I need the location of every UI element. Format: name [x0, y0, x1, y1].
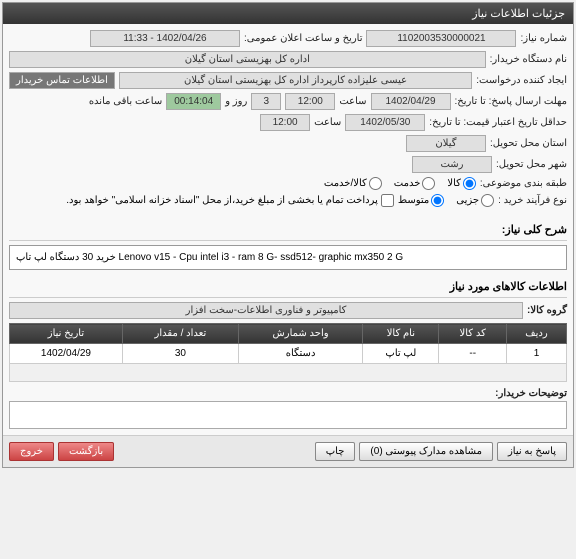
row-process: نوع فرآیند خرید : جزیی متوسط پرداخت تمام… [9, 194, 567, 207]
radio-low-label: جزیی [456, 195, 479, 206]
radio-goods[interactable]: کالا [447, 177, 476, 190]
group-value: کامپیوتر و فناوری اطلاعات-سخت افزار [9, 302, 523, 319]
panel-title: جزئیات اطلاعات نیاز [3, 3, 573, 24]
th-row: ردیف [506, 324, 566, 344]
payment-note: پرداخت تمام یا بخشی از مبلغ خرید،از محل … [66, 195, 378, 206]
main-panel: جزئیات اطلاعات نیاز شماره نیاز: 11020035… [2, 2, 574, 468]
remain-label: ساعت باقی مانده [89, 96, 162, 107]
creator-label: ایجاد کننده درخواست: [476, 75, 567, 86]
row-buyer: نام دستگاه خریدار: اداره کل بهزیستی استا… [9, 51, 567, 68]
radio-low-input[interactable] [481, 194, 494, 207]
radio-low[interactable]: جزیی [456, 194, 494, 207]
print-button[interactable]: چاپ [315, 442, 356, 461]
radio-both-label: کالا/خدمت [324, 178, 367, 189]
city-value: رشت [412, 156, 492, 173]
radio-goods-input[interactable] [463, 177, 476, 190]
buyer-value: اداره کل بهزیستی استان گیلان [9, 51, 486, 68]
table-empty-row [10, 364, 567, 382]
radio-service[interactable]: خدمت [394, 177, 436, 190]
cell-row: 1 [506, 344, 566, 364]
comments-label: توضیحات خریدار: [9, 388, 567, 399]
row-province: استان محل تحویل: گیلان [9, 135, 567, 152]
attachments-button[interactable]: مشاهده مدارک پیوستی (0) [359, 442, 493, 461]
cell-name: لپ تاپ [363, 344, 439, 364]
radio-med[interactable]: متوسط [398, 194, 444, 207]
items-table: ردیف کد کالا نام کالا واحد شمارش تعداد /… [9, 323, 567, 382]
panel-body: شماره نیاز: 1102003530000021 تاریخ و ساع… [3, 24, 573, 435]
summary-label: شرح کلی نیاز: [9, 219, 567, 241]
process-label: نوع فرآیند خرید : [498, 195, 567, 206]
category-label: طبقه بندی موضوعی: [480, 178, 567, 189]
th-date: تاریخ نیاز [10, 324, 123, 344]
payment-checkbox[interactable] [381, 194, 394, 207]
deadline-label: مهلت ارسال پاسخ: تا تاریخ: [455, 96, 567, 107]
th-name: نام کالا [363, 324, 439, 344]
radio-med-label: متوسط [398, 195, 429, 206]
days-label: روز و [225, 96, 247, 107]
radio-service-input[interactable] [422, 177, 435, 190]
exit-button[interactable]: خروج [9, 442, 54, 461]
validity-label: حداقل تاریخ اعتبار قیمت: تا تاریخ: [429, 117, 567, 128]
contact-button[interactable]: اطلاعات تماس خریدار [9, 72, 115, 89]
cell-unit: دستگاه [238, 344, 362, 364]
radio-both-input[interactable] [369, 177, 382, 190]
payment-check[interactable]: پرداخت تمام یا بخشی از مبلغ خرید،از محل … [66, 194, 394, 207]
radio-goods-label: کالا [447, 178, 461, 189]
table-row[interactable]: 1 -- لپ تاپ دستگاه 30 1402/04/29 [10, 344, 567, 364]
process-radios: جزیی متوسط [398, 194, 494, 207]
back-button[interactable]: بازگشت [58, 442, 114, 461]
th-qty: تعداد / مقدار [122, 324, 238, 344]
deadline-time: 12:00 [285, 93, 335, 110]
time-label-1: ساعت [339, 96, 366, 107]
need-no-label: شماره نیاز: [520, 33, 567, 44]
radio-service-label: خدمت [394, 178, 421, 189]
deadline-date: 1402/04/29 [371, 93, 451, 110]
category-radios: کالا خدمت کالا/خدمت [324, 177, 476, 190]
row-city: شهر محل تحویل: رشت [9, 156, 567, 173]
buyer-label: نام دستگاه خریدار: [490, 54, 567, 65]
need-no-value: 1102003530000021 [366, 30, 516, 47]
validity-time: 12:00 [260, 114, 310, 131]
row-deadline: مهلت ارسال پاسخ: تا تاریخ: 1402/04/29 سا… [9, 93, 567, 110]
footer-buttons: پاسخ به نیاز مشاهده مدارک پیوستی (0) چاپ… [3, 435, 573, 467]
row-need-no: شماره نیاز: 1102003530000021 تاریخ و ساع… [9, 30, 567, 47]
items-title: اطلاعات کالاهای مورد نیاز [9, 276, 567, 298]
time-label-2: ساعت [314, 117, 341, 128]
table-header-row: ردیف کد کالا نام کالا واحد شمارش تعداد /… [10, 324, 567, 344]
radio-med-input[interactable] [431, 194, 444, 207]
creator-value: عیسی علیزاده کارپرداز اداره کل بهزیستی ا… [119, 72, 472, 89]
reply-button[interactable]: پاسخ به نیاز [497, 442, 567, 461]
announce-value: 1402/04/26 - 11:33 [90, 30, 240, 47]
row-validity: حداقل تاریخ اعتبار قیمت: تا تاریخ: 1402/… [9, 114, 567, 131]
summary-text: خرید 30 دستگاه لپ تاپ Lenovo v15 - Cpu i… [9, 245, 567, 270]
row-category: طبقه بندی موضوعی: کالا خدمت کالا/خدمت [9, 177, 567, 190]
group-label: گروه کالا: [527, 305, 567, 316]
th-unit: واحد شمارش [238, 324, 362, 344]
remain-time: 00:14:04 [166, 93, 221, 110]
announce-label: تاریخ و ساعت اعلان عمومی: [244, 33, 363, 44]
row-group: گروه کالا: کامپیوتر و فناوری اطلاعات-سخت… [9, 302, 567, 319]
cell-date: 1402/04/29 [10, 344, 123, 364]
days-value: 3 [251, 93, 281, 110]
th-code: کد کالا [439, 324, 506, 344]
province-value: گیلان [406, 135, 486, 152]
province-label: استان محل تحویل: [490, 138, 567, 149]
radio-both[interactable]: کالا/خدمت [324, 177, 382, 190]
cell-code: -- [439, 344, 506, 364]
row-creator: ایجاد کننده درخواست: عیسی علیزاده کارپرد… [9, 72, 567, 89]
city-label: شهر محل تحویل: [496, 159, 567, 170]
comments-area [9, 401, 567, 429]
validity-date: 1402/05/30 [345, 114, 425, 131]
cell-qty: 30 [122, 344, 238, 364]
